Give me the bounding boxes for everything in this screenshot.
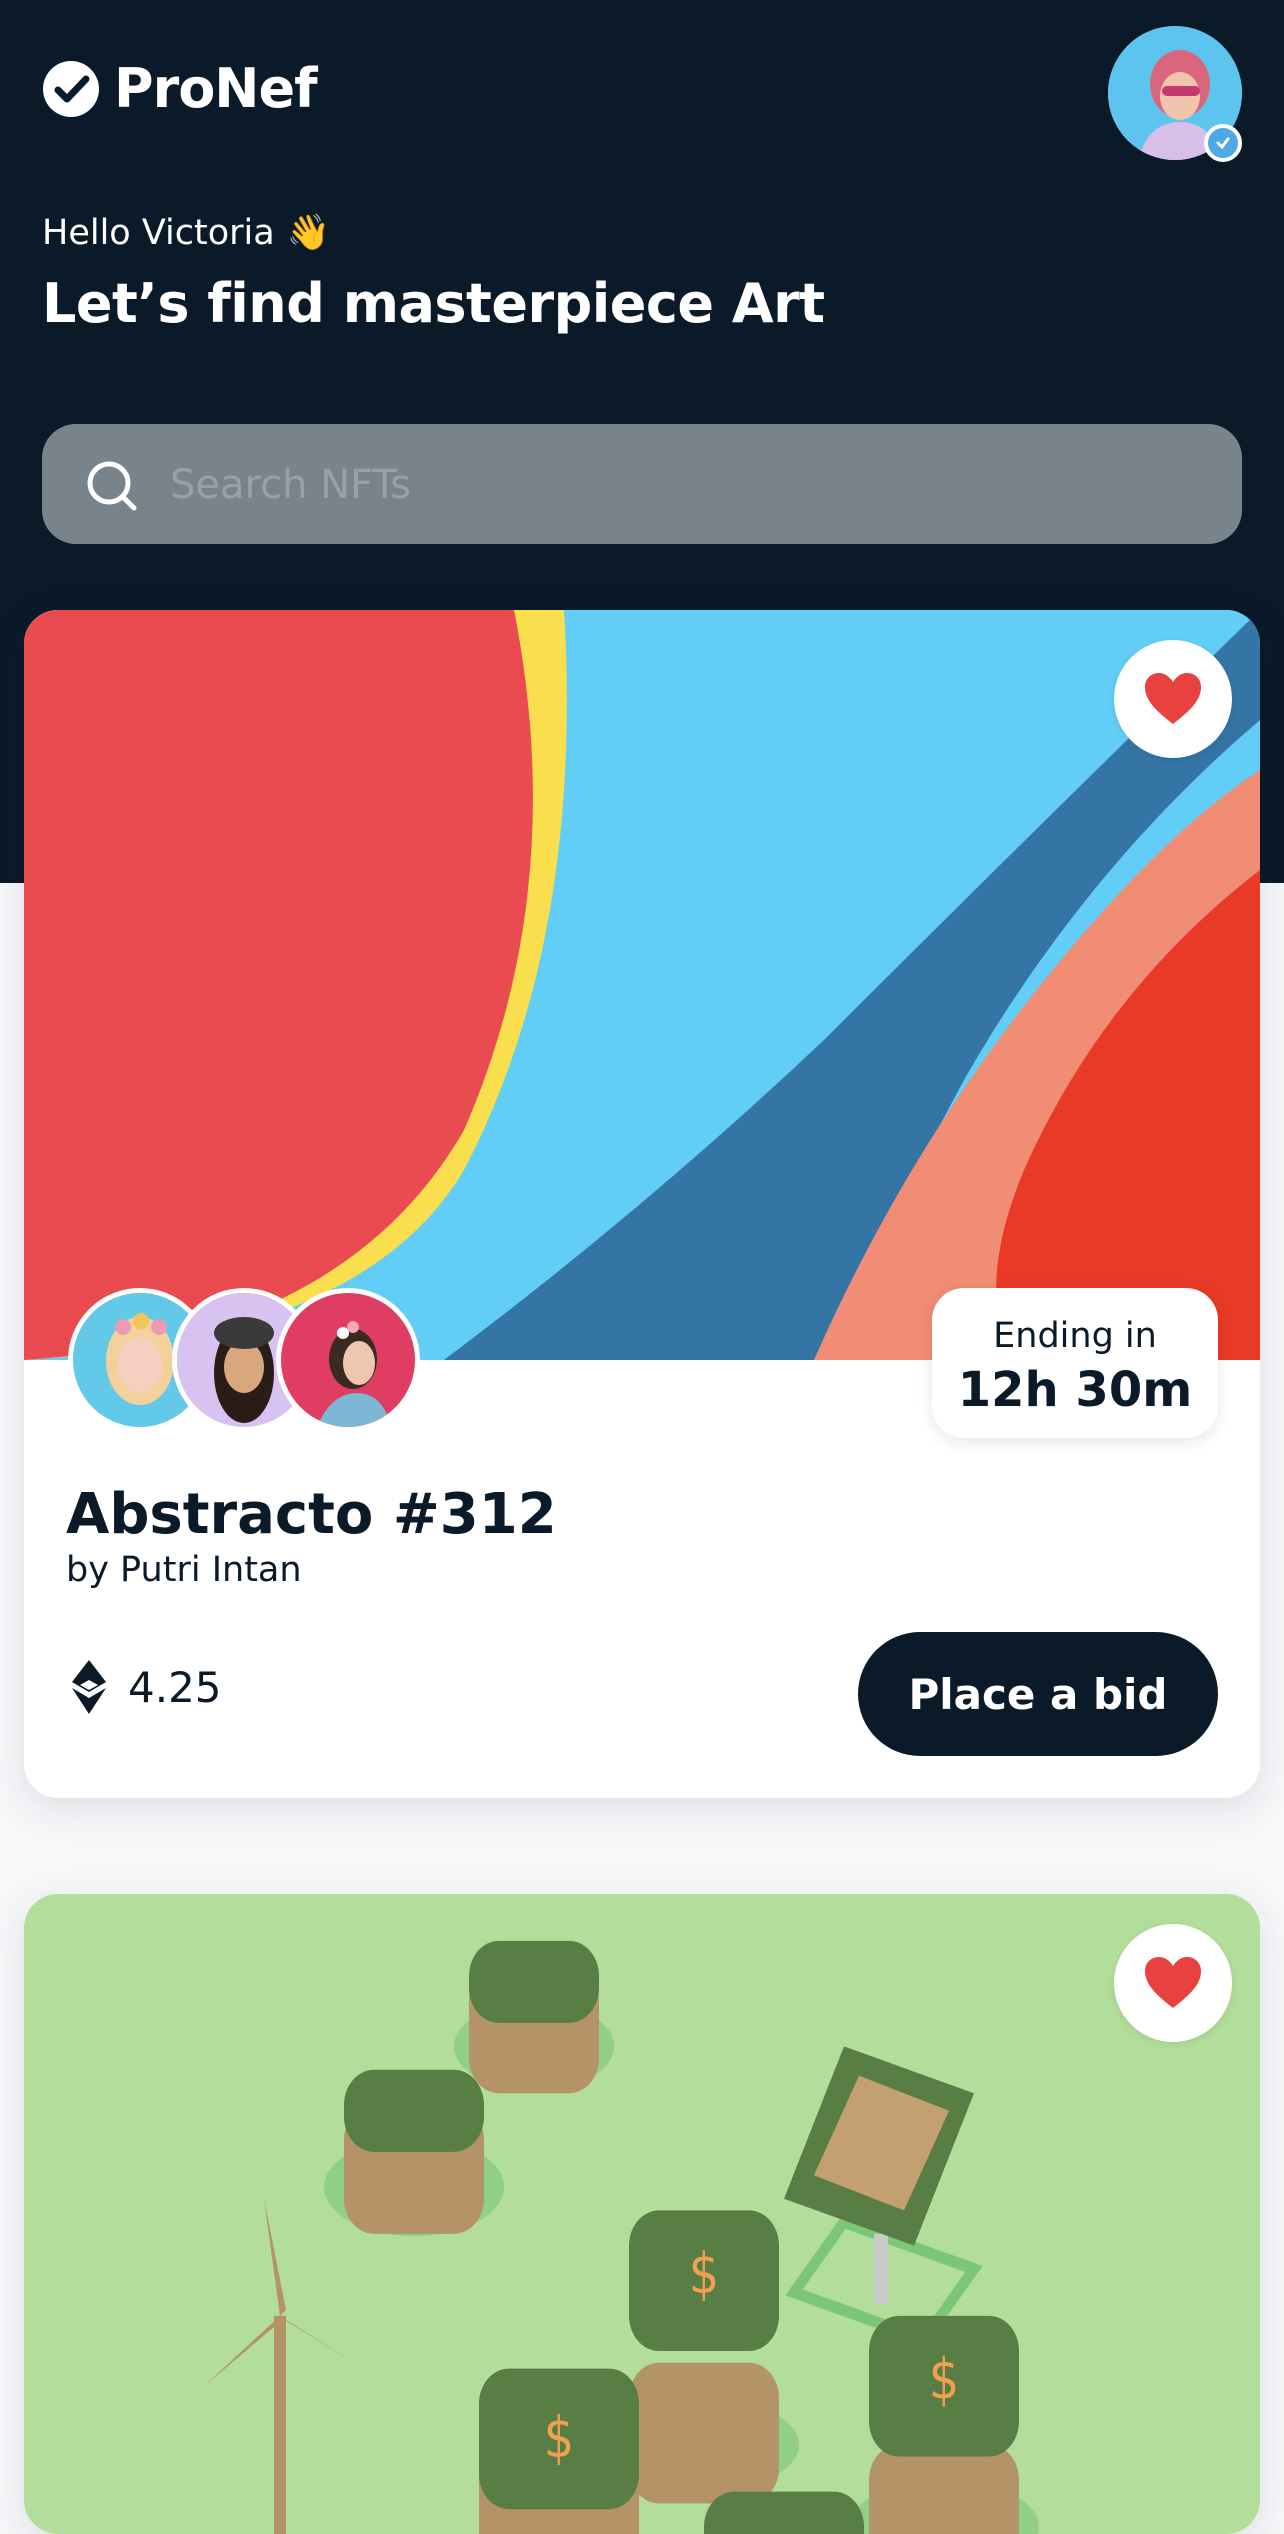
greeting-text: Hello Victoria — [42, 213, 275, 253]
verified-badge-icon — [1204, 124, 1242, 162]
like-button[interactable] — [1114, 640, 1232, 758]
search-input[interactable] — [168, 424, 1212, 546]
brand-name: ProNef — [114, 62, 317, 116]
greeting: Hello Victoria 👋 — [42, 212, 330, 253]
nft-card[interactable]: Ending in 12h 30m Abstracto #312 by Putr… — [24, 610, 1260, 1798]
svg-text:$: $ — [929, 2346, 960, 2412]
nft-artwork-abstract[interactable] — [24, 610, 1260, 1360]
svg-text:$: $ — [689, 2241, 720, 2307]
price-value: 4.25 — [128, 1663, 222, 1712]
owner-avatar[interactable] — [276, 1288, 420, 1432]
server-stack — [454, 1941, 614, 2093]
nft-author[interactable]: by Putri Intan — [66, 1550, 302, 1590]
nft-title[interactable]: Abstracto #312 — [66, 1482, 557, 1547]
brand-logo[interactable]: ProNef — [42, 60, 317, 118]
page-headline: Let’s find masterpiece Art — [42, 272, 825, 335]
search-icon — [84, 458, 140, 514]
svg-text:$: $ — [544, 2405, 575, 2471]
nft-price: 4.25 — [72, 1660, 222, 1714]
nft-artwork-green-city[interactable]: $ $ $ $ — [24, 1894, 1260, 2534]
nft-card[interactable]: $ $ $ $ — [24, 1894, 1260, 2534]
search-bar[interactable] — [42, 424, 1242, 544]
ending-label: Ending in — [932, 1316, 1218, 1356]
like-button[interactable] — [1114, 1924, 1232, 2042]
auction-timer: Ending in 12h 30m — [932, 1288, 1218, 1438]
place-bid-button[interactable]: Place a bid — [858, 1632, 1218, 1756]
wave-emoji-icon: 👋 — [287, 212, 331, 253]
ending-time: 12h 30m — [932, 1362, 1218, 1418]
heart-icon — [1143, 672, 1203, 726]
ethereum-icon — [72, 1660, 106, 1714]
heart-icon — [1143, 1956, 1203, 2010]
check-logo-icon — [42, 60, 100, 118]
